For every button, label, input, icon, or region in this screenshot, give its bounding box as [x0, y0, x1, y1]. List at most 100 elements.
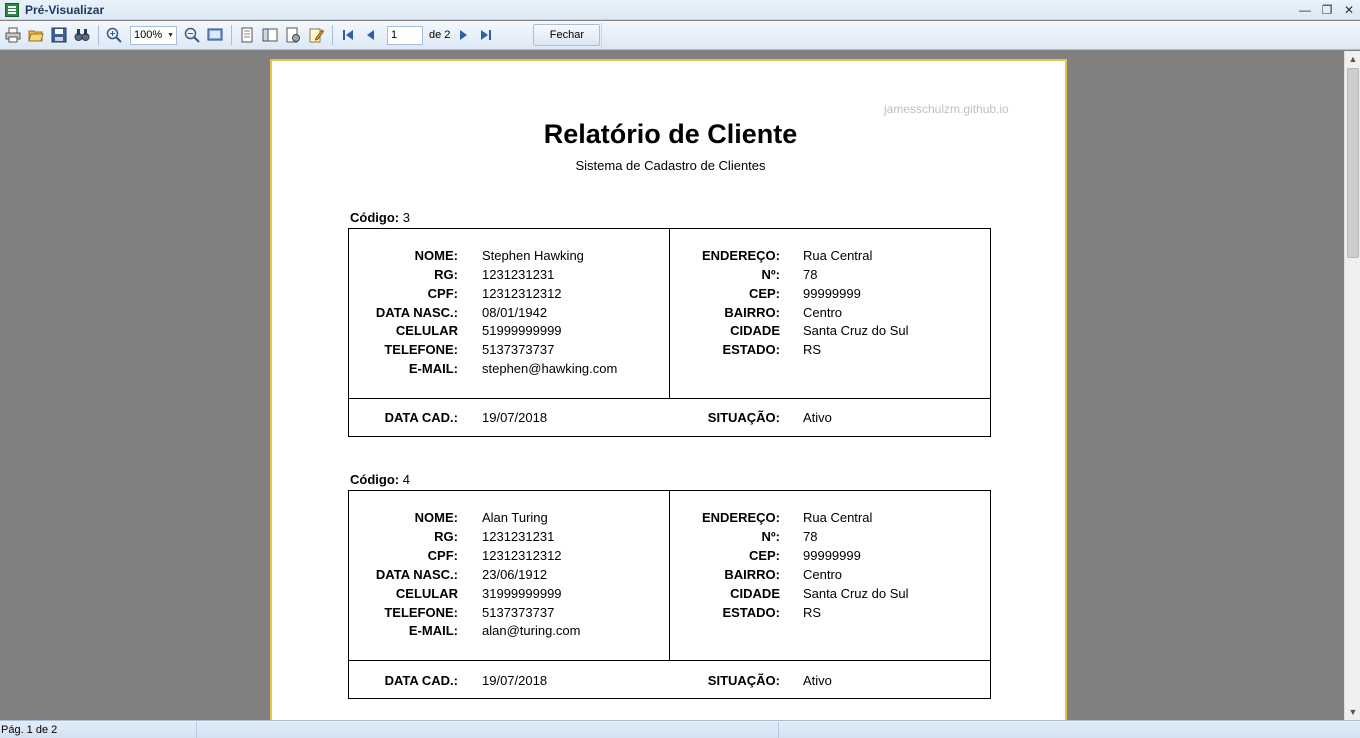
email-label: E-MAIL:: [408, 623, 458, 638]
state-value: RS: [803, 342, 822, 357]
find-button[interactable]: [71, 24, 93, 46]
scroll-down-icon[interactable]: ▼: [1345, 704, 1360, 720]
client-code: Código: 3: [350, 210, 410, 225]
prev-page-button[interactable]: [360, 24, 382, 46]
window-title: Pré-Visualizar: [25, 2, 105, 17]
last-page-button[interactable]: [475, 24, 497, 46]
client-code: Código: 4: [350, 472, 410, 487]
preview-toolbar: 100% ▼ 1 de 2 Fechar: [0, 21, 1360, 50]
number-label: Nº:: [761, 267, 780, 282]
address-value: Rua Central: [803, 248, 873, 263]
client-code-value: 4: [402, 472, 410, 487]
folder-open-icon: [28, 30, 44, 42]
phone-value: 5137373737: [482, 342, 555, 357]
toolbar-filler: [601, 22, 1360, 48]
first-page-button[interactable]: [337, 24, 359, 46]
phone-label: TELEFONE:: [384, 605, 458, 620]
next-page-icon: [460, 30, 468, 40]
district-label: BAIRRO:: [724, 567, 780, 582]
state-label: ESTADO:: [722, 342, 780, 357]
city-value: Santa Cruz do Sul: [803, 323, 909, 338]
client-code-value: 3: [402, 210, 410, 225]
birth-date-value: 23/06/1912: [482, 567, 548, 582]
print-button[interactable]: [2, 24, 24, 46]
scroll-up-icon[interactable]: ▲: [1345, 51, 1360, 67]
binoculars-icon: [74, 29, 90, 41]
email-label: E-MAIL:: [408, 361, 458, 376]
scrollbar-thumb[interactable]: [1347, 68, 1359, 258]
city-label: CIDADE: [730, 323, 780, 338]
edit-page-button[interactable]: [305, 24, 327, 46]
cell-label: CELULAR: [395, 323, 458, 338]
phone-value: 5137373737: [482, 605, 555, 620]
monitor-icon: [207, 28, 223, 41]
zoom-out-button[interactable]: [181, 24, 203, 46]
reg-date-label: DATA CAD.:: [384, 410, 458, 425]
cpf-value: 12312312312: [482, 548, 562, 563]
status-panel: [197, 721, 779, 738]
name-value: Alan Turing: [482, 510, 548, 525]
number-value: 78: [803, 267, 818, 282]
close-preview-button[interactable]: Fechar: [533, 24, 601, 46]
toolbar-divider: [231, 25, 232, 45]
report-title: Relatório de Cliente: [543, 119, 798, 149]
status-label: SITUAÇÃO:: [707, 410, 780, 425]
pencil-page-icon: [309, 28, 324, 43]
district-label: BAIRRO:: [724, 305, 780, 320]
restore-icon[interactable]: ❐: [1316, 1, 1338, 19]
cep-value: 99999999: [803, 548, 861, 563]
report-app-icon: [5, 2, 19, 17]
status-bar: Pág. 1 de 2: [0, 720, 1360, 738]
one-page-button[interactable]: [236, 24, 258, 46]
page-status: Pág. 1 de 2: [0, 721, 197, 738]
page-layout-icon: [262, 28, 278, 42]
prev-page-icon: [367, 30, 374, 40]
rg-label: RG:: [434, 529, 458, 544]
watermark-text: jamesschulzm.github.io: [884, 102, 1009, 116]
full-screen-button[interactable]: [204, 24, 226, 46]
first-page-icon: [343, 30, 353, 40]
toolbar-divider: [98, 25, 99, 45]
client-card: NOME: Alan Turing RG: 1231231231 CPF: 12…: [348, 490, 991, 699]
client-code-label: Código:: [350, 472, 400, 487]
cell-value: 51999999999: [482, 323, 562, 338]
email-value: alan@turing.com: [482, 623, 581, 638]
rg-value: 1231231231: [482, 267, 555, 282]
rg-label: RG:: [434, 267, 458, 282]
close-window-icon[interactable]: ✕: [1338, 1, 1360, 19]
floppy-disk-icon: [51, 27, 67, 43]
cell-value: 31999999999: [482, 586, 562, 601]
next-page-button[interactable]: [452, 24, 474, 46]
cep-label: CEP:: [748, 548, 780, 563]
vertical-scrollbar[interactable]: ▲ ▼: [1344, 51, 1360, 720]
card-divider: [349, 398, 990, 399]
phone-label: TELEFONE:: [384, 342, 458, 357]
address-label: ENDEREÇO:: [701, 248, 780, 263]
preview-area: jamesschulzm.github.io Relatório de Clie…: [0, 51, 1344, 720]
cpf-value: 12312312312: [482, 286, 562, 301]
save-button[interactable]: [48, 24, 70, 46]
zoom-in-icon: [106, 27, 122, 43]
report-page: jamesschulzm.github.io Relatório de Clie…: [270, 59, 1067, 720]
page-count-label: de 2: [429, 29, 451, 41]
open-button[interactable]: [25, 24, 47, 46]
client-card: NOME: Stephen Hawking RG: 1231231231 CPF…: [348, 228, 991, 437]
rg-value: 1231231231: [482, 529, 555, 544]
page-layout-button[interactable]: [259, 24, 281, 46]
minimize-icon[interactable]: —: [1294, 1, 1316, 19]
page-settings-button[interactable]: [282, 24, 304, 46]
cpf-label: CPF:: [427, 548, 458, 563]
printer-icon: [5, 27, 21, 43]
zoom-out-icon: [184, 27, 200, 43]
card-divider: [349, 660, 990, 661]
zoom-level-select[interactable]: 100% ▼: [130, 25, 177, 45]
reg-date-value: 19/07/2018: [482, 673, 548, 688]
single-page-icon: [241, 27, 253, 43]
last-page-icon: [481, 30, 492, 40]
name-value: Stephen Hawking: [482, 248, 584, 263]
status-value: Ativo: [803, 410, 832, 425]
toolbar-divider: [332, 25, 333, 45]
page-number-input[interactable]: 1: [387, 25, 423, 45]
district-value: Centro: [803, 567, 843, 582]
zoom-in-button[interactable]: [103, 24, 125, 46]
